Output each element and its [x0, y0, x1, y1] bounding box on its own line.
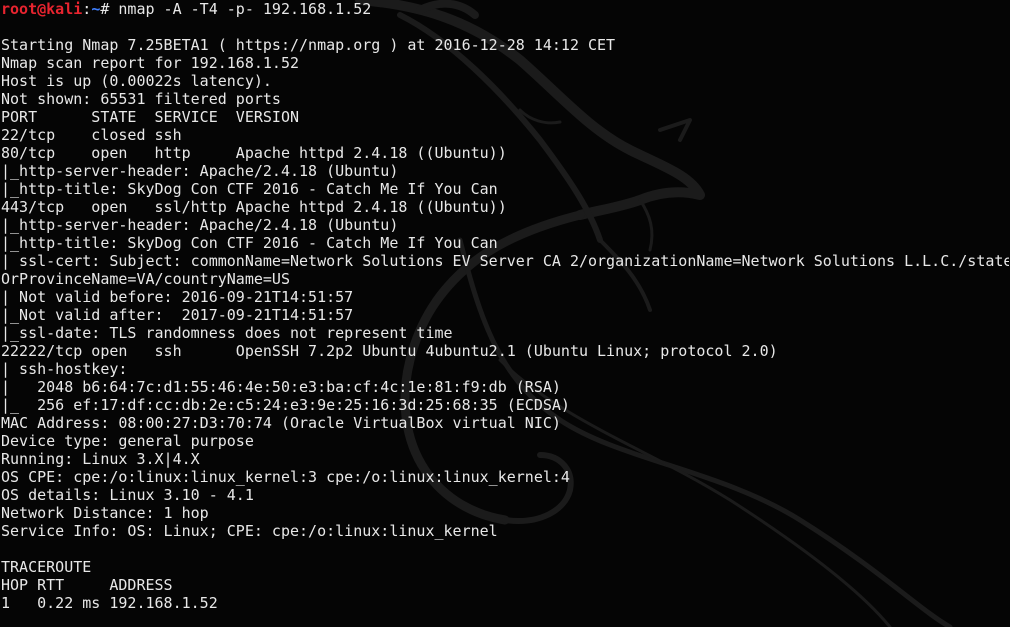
output-line: | Not valid before: 2016-09-21T14:51:57: [1, 288, 354, 306]
output-line: 22222/tcp open ssh OpenSSH 7.2p2 Ubuntu …: [1, 342, 778, 360]
terminal-window[interactable]: root@kali:~# nmap -A -T4 -p- 192.168.1.5…: [0, 0, 1010, 627]
output-line: 80/tcp open http Apache httpd 2.4.18 ((U…: [1, 144, 507, 162]
output-line: Host is up (0.00022s latency).: [1, 72, 272, 90]
output-line: 1 0.22 ms 192.168.1.52: [1, 594, 218, 612]
output-line: Device type: general purpose: [1, 432, 254, 450]
output-line: | ssl-cert: Subject: commonName=Network …: [1, 252, 1009, 270]
output-line: |_Not valid after: 2017-09-21T14:51:57: [1, 306, 354, 324]
output-line: OrProvinceName=VA/countryName=US: [1, 270, 290, 288]
output-line: PORT STATE SERVICE VERSION: [1, 108, 300, 126]
output-line: |_http-title: SkyDog Con CTF 2016 - Catc…: [1, 234, 498, 252]
output-line: 443/tcp open ssl/http Apache httpd 2.4.1…: [1, 198, 507, 216]
prompt-user-host: root@kali: [1, 0, 83, 18]
output-line: 22/tcp closed ssh: [1, 126, 182, 144]
output-line: Nmap scan report for 192.168.1.52: [1, 54, 300, 72]
output-line: |_ 256 ef:17:df:cc:db:2e:c5:24:e3:9e:25:…: [1, 396, 570, 414]
output-line: Service Info: OS: Linux; CPE: cpe:/o:lin…: [1, 522, 498, 540]
output-line: Not shown: 65531 filtered ports: [1, 90, 281, 108]
output-line: | ssh-hostkey:: [1, 360, 128, 378]
terminal-output: root@kali:~# nmap -A -T4 -p- 192.168.1.5…: [1, 0, 1009, 627]
output-line: | 2048 b6:64:7c:d1:55:46:4e:50:e3:ba:cf:…: [1, 378, 561, 396]
prompt-symbol: #: [100, 0, 119, 18]
output-line: |_http-server-header: Apache/2.4.18 (Ubu…: [1, 216, 399, 234]
output-line: HOP RTT ADDRESS: [1, 576, 173, 594]
output-line: TRACEROUTE: [1, 558, 92, 576]
output-line: Starting Nmap 7.25BETA1 ( https://nmap.o…: [1, 36, 616, 54]
prompt-path: ~: [91, 0, 101, 18]
output-line: OS CPE: cpe:/o:linux:linux_kernel:3 cpe:…: [1, 468, 570, 486]
prompt-separator: :: [82, 0, 92, 18]
output-line: |_ssl-date: TLS randomness does not repr…: [1, 324, 453, 342]
output-line: |_http-server-header: Apache/2.4.18 (Ubu…: [1, 162, 399, 180]
output-line: Network Distance: 1 hop: [1, 504, 209, 522]
output-line: Running: Linux 3.X|4.X: [1, 450, 200, 468]
output-line: MAC Address: 08:00:27:D3:70:74 (Oracle V…: [1, 414, 561, 432]
output-line: |_http-title: SkyDog Con CTF 2016 - Catc…: [1, 180, 498, 198]
command-text[interactable]: nmap -A -T4 -p- 192.168.1.52: [118, 0, 371, 18]
command-prompt-line: root@kali:~# nmap -A -T4 -p- 192.168.1.5…: [1, 0, 1009, 18]
output-line: OS details: Linux 3.10 - 4.1: [1, 486, 254, 504]
